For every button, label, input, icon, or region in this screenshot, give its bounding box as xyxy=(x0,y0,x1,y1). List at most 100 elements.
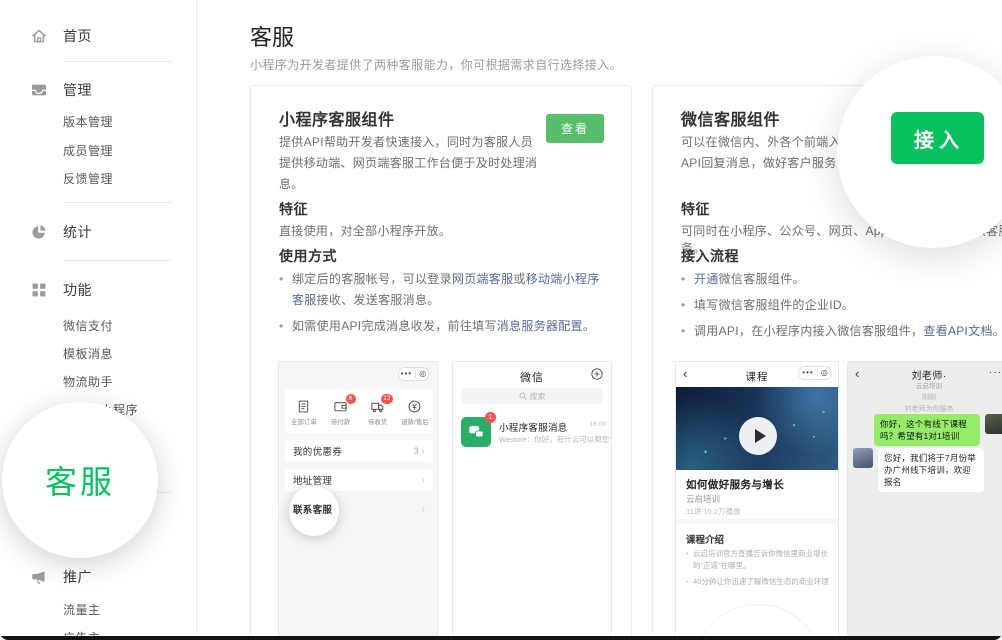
home-icon xyxy=(30,27,48,45)
feature-heading: 特征 xyxy=(279,199,308,219)
flow-bullet: 填写微信客服组件的企业ID。 xyxy=(681,295,1002,316)
mp-console-page: 首页 管理 版本管理 成员管理 反馈管理 统计 xyxy=(0,0,1002,640)
coupon-count: 3 xyxy=(414,446,419,456)
sidebar: 首页 管理 版本管理 成员管理 反馈管理 统计 xyxy=(0,0,197,640)
sidebar-item-wechat-pay[interactable]: 微信支付 xyxy=(63,317,113,334)
inbox-icon xyxy=(30,81,48,99)
more-icon: ••• xyxy=(401,370,412,378)
grid-item-to-receive: 12 待收货 xyxy=(361,399,395,427)
exit-icon: ◎ xyxy=(821,369,828,377)
search-placeholder: 搜索 xyxy=(530,391,546,402)
play-icon xyxy=(755,429,766,443)
card-title: 微信客服组件 xyxy=(681,106,780,130)
text-run: 。 xyxy=(993,324,1002,338)
list-item-coupons: 我的优惠券 3 › xyxy=(285,440,433,462)
unread-badge: 1 xyxy=(485,412,496,423)
section-divider xyxy=(676,519,839,524)
pie-chart-icon xyxy=(30,223,48,241)
agent-message-bubble: 您好，我们将于7月份举办广州线下培训，欢迎报名 xyxy=(878,448,984,492)
badge: 12 xyxy=(381,394,392,404)
course-intro-point: 云启培训官方直播告诉你微信里商业增长的“正道”在哪里。 xyxy=(686,548,830,572)
sidebar-item-label: 管理 xyxy=(63,80,92,100)
screenshot-course-page: ‹ 课程 •••◎ 如何做好服务与增长 云启培训 11讲 10.2万播放 课程介… xyxy=(675,361,839,640)
chevron-right-icon: › xyxy=(422,475,425,486)
sidebar-item-traffic-owner[interactable]: 流量主 xyxy=(63,601,101,618)
text-run: 填写微信客服组件的企业ID。 xyxy=(694,298,854,312)
usage-heading: 使用方式 xyxy=(279,246,337,266)
sidebar-item-label: 首页 xyxy=(63,26,92,46)
grid-item-to-pay: 6 待付款 xyxy=(324,399,358,427)
badge: 6 xyxy=(346,394,356,404)
sidebar-item-label: 功能 xyxy=(63,280,92,300)
order-list-icon xyxy=(296,399,311,414)
text-run: 接收、发送客服消息。 xyxy=(317,293,440,307)
text-run: 绑定后的客服帐号，可以登录 xyxy=(292,272,452,286)
visitor-message-bubble: 你好，这个有线下课程吗？希望有1对1培训 xyxy=(874,414,980,446)
inline-link[interactable]: 网页端客服 xyxy=(452,272,514,286)
flow-heading: 接入流程 xyxy=(681,246,739,266)
megaphone-icon xyxy=(30,568,48,586)
more-icon: ••• xyxy=(802,369,813,377)
flow-bullet: 开通微信客服组件。 xyxy=(681,269,1002,290)
sidebar-item-member-manage[interactable]: 成员管理 xyxy=(63,142,113,159)
sidebar-item-label: 统计 xyxy=(63,222,92,242)
sidebar-item-version-manage[interactable]: 版本管理 xyxy=(63,113,113,130)
sidebar-item-promo[interactable]: 推广 xyxy=(30,567,92,587)
inline-link[interactable]: 开通 xyxy=(694,272,719,286)
course-intro-heading: 课程介绍 xyxy=(686,532,724,546)
grid-item-all-orders: 全部订单 xyxy=(287,399,321,427)
inline-link[interactable]: 消息服务器配置 xyxy=(497,319,583,333)
flow-bullet: 调用API，在小程序内接入微信客服组件，查看API文档。 xyxy=(681,321,1002,342)
search-icon xyxy=(519,392,527,400)
chat-bubbles-icon xyxy=(467,423,485,441)
miniprogram-capsule: ••• ◎ xyxy=(398,367,429,381)
page-title: 客服 xyxy=(250,20,294,52)
course-meta: 11讲 10.2万播放 xyxy=(686,506,740,517)
time-hint: 刚刚 xyxy=(848,392,1002,402)
inline-link[interactable]: 查看API文档 xyxy=(923,324,992,338)
plus-icon xyxy=(591,368,603,380)
feature-text: 直接使用，对全部小程序开放。 xyxy=(279,222,451,239)
sidebar-item-home[interactable]: 首页 xyxy=(30,26,92,46)
course-author: 云启培训 xyxy=(686,493,720,505)
order-icons-card: 全部订单 6 待付款 12 xyxy=(285,389,433,434)
wechat-nav-title: 微信 xyxy=(453,369,611,385)
card-title: 小程序客服组件 xyxy=(279,106,395,130)
sidebar-item-template-message[interactable]: 模板消息 xyxy=(63,345,113,362)
sidebar-item-manage[interactable]: 管理 xyxy=(30,80,92,100)
chat-name: 小程序客服消息 xyxy=(499,420,568,434)
visitor-avatar xyxy=(985,414,1002,434)
miniprogram-capsule: ••• ◎ xyxy=(798,366,832,380)
screenshot-wechat-chatlist: 微信 搜索 1 小程序客服消息 xyxy=(452,361,612,640)
exit-icon: ◎ xyxy=(419,370,426,378)
sidebar-item-logistics[interactable]: 物流助手 xyxy=(63,373,113,390)
sidebar-item-label: 推广 xyxy=(63,567,92,587)
course-title: 如何做好服务与增长 xyxy=(686,477,784,492)
sidebar-item-customer-service[interactable]: 客服 xyxy=(45,457,115,503)
usage-bullet-list: 绑定后的客服帐号，可以登录网页端客服或移动端小程序客服接收、发送客服消息。 如需… xyxy=(279,269,609,342)
text-run: 微信客服组件。 xyxy=(719,272,805,286)
chat-preview: Westore：你好，有什么可以帮您? xyxy=(499,434,612,445)
sidebar-divider xyxy=(63,260,171,261)
sidebar-item-stats[interactable]: 统计 xyxy=(30,222,92,242)
screenshot-orders-page: ••• ◎ 全部订单 6 待付款 xyxy=(278,361,438,640)
course-intro-point: 40分钟让你迅速了解微信生态的商业环境 xyxy=(686,576,830,588)
grid-item-refund: 退款/售后 xyxy=(398,399,432,427)
agent-avatar xyxy=(853,448,873,468)
chevron-right-icon: › xyxy=(422,446,425,457)
chat-list-item: 1 小程序客服消息 Westore：你好，有什么可以帮您? 16:09 xyxy=(453,412,612,452)
feature-heading: 特征 xyxy=(681,199,710,219)
grid-icon xyxy=(30,281,48,299)
sidebar-spotlight-circle: 客服 xyxy=(2,402,158,558)
flow-bullet-list: 开通微信客服组件。 填写微信客服组件的企业ID。 调用API，在小程序内接入微信… xyxy=(681,269,1002,347)
page-subtitle: 小程序为开发者提供了两种客服能力，你可根据需求自行选择接入。 xyxy=(250,56,622,73)
window-bottom-edge xyxy=(0,636,1002,640)
card-description: 提供API帮助开发者快速接入，同时为客服人员提供移动端、网页端客服工作台便于及时… xyxy=(279,132,543,195)
search-bar: 搜索 xyxy=(461,388,603,404)
sidebar-item-feedback-manage[interactable]: 反馈管理 xyxy=(63,170,113,187)
sidebar-item-features[interactable]: 功能 xyxy=(30,280,92,300)
play-button xyxy=(739,417,777,455)
refund-icon xyxy=(407,399,422,414)
join-button[interactable]: 接入 xyxy=(891,112,984,164)
view-button[interactable]: 查看 xyxy=(546,114,604,143)
